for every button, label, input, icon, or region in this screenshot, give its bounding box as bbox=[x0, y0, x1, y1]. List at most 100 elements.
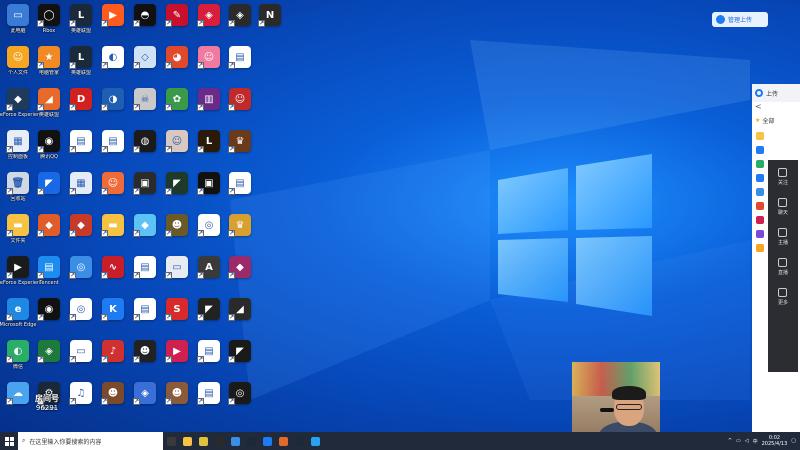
taskbar-app[interactable] bbox=[291, 432, 307, 450]
side-app-icon[interactable] bbox=[756, 160, 764, 168]
side-app-icon[interactable] bbox=[756, 202, 764, 210]
ime-icon[interactable]: 中 bbox=[753, 438, 758, 445]
side-menu-item[interactable]: 聊天 bbox=[778, 198, 788, 216]
network-icon[interactable]: ▭ bbox=[736, 438, 741, 444]
side-menu-item[interactable]: 直播 bbox=[778, 258, 788, 276]
file-icon: ▤ ↗ bbox=[197, 340, 220, 363]
shortcut-arrow-icon: ↗ bbox=[37, 356, 44, 363]
lol-icon: L ↗ bbox=[69, 4, 92, 27]
side-app-icon[interactable] bbox=[756, 146, 764, 154]
taskbar-app[interactable] bbox=[259, 432, 275, 450]
desktop-shortcut[interactable]: ▤ ↗ bbox=[220, 46, 260, 88]
upload-manager-label: 管理上传 bbox=[728, 17, 753, 24]
side-menu-icon bbox=[778, 198, 788, 207]
shortcut-arrow-icon: ↗ bbox=[228, 272, 235, 279]
app-icon: ☻ ↗ bbox=[101, 382, 124, 405]
file-icon: ▭ ↗ bbox=[69, 340, 92, 363]
shortcut-arrow-icon: ↗ bbox=[165, 104, 172, 111]
tray-chevron-icon[interactable]: ^ bbox=[728, 438, 732, 444]
app-icon: ◎ ↗ bbox=[197, 214, 220, 237]
app-icon: ☺ ↗ bbox=[228, 88, 251, 111]
shortcut-arrow-icon: ↗ bbox=[101, 104, 108, 111]
taskbar-app[interactable] bbox=[307, 432, 323, 450]
shortcut-arrow-icon: ↗ bbox=[37, 314, 44, 321]
taskbar-app[interactable] bbox=[243, 432, 259, 450]
side-app-icon[interactable] bbox=[756, 244, 764, 252]
taskbar-app-icon bbox=[294, 436, 304, 446]
app-icon: D ↗ bbox=[69, 88, 92, 111]
lol-icon: L ↗ bbox=[69, 46, 92, 69]
app-icon: ✎ ↗ bbox=[165, 4, 188, 27]
shortcut-arrow-icon: ↗ bbox=[6, 188, 13, 195]
volume-icon[interactable]: ◁ bbox=[745, 438, 749, 444]
taskbar-app-icon bbox=[278, 436, 288, 446]
shortcut-arrow-icon: ↗ bbox=[228, 398, 235, 405]
browser-tab[interactable]: 上传 bbox=[752, 84, 800, 102]
room-number-title: 房间号 bbox=[35, 394, 59, 403]
side-menu-item[interactable]: 更多 bbox=[778, 288, 788, 306]
wechat-icon: ◐ ↗ bbox=[6, 340, 29, 363]
taskbar-app-icon bbox=[166, 436, 176, 446]
shortcut-arrow-icon: ↗ bbox=[197, 398, 204, 405]
rbox-icon: ◯ ↗ bbox=[37, 4, 60, 27]
shortcut-arrow-icon: ↗ bbox=[133, 62, 140, 69]
desktop-shortcut[interactable]: ♛ ↗ bbox=[220, 214, 260, 256]
shortcut-arrow-icon: ↗ bbox=[197, 188, 204, 195]
start-button[interactable] bbox=[0, 432, 18, 450]
app-icon: ▣ ↗ bbox=[197, 172, 220, 195]
desktop-shortcut[interactable]: ▤ ↗ bbox=[220, 172, 260, 214]
notification-icon[interactable]: ▢ bbox=[791, 438, 796, 444]
taskbar-search-box[interactable]: ⌕ 在这里输入你要搜索的内容 bbox=[18, 432, 163, 450]
app-icon: ◐ ↗ bbox=[101, 46, 124, 69]
shortcut-arrow-icon: ↗ bbox=[101, 20, 108, 27]
taskbar-app[interactable] bbox=[163, 432, 179, 450]
taskbar-app[interactable] bbox=[275, 432, 291, 450]
side-menu-label: 更多 bbox=[777, 300, 788, 306]
side-menu-item[interactable]: 主播 bbox=[778, 228, 788, 246]
clock-date: 2025/4/13 bbox=[761, 441, 788, 447]
app-icon: ◈ ↗ bbox=[133, 382, 156, 405]
side-app-icon[interactable] bbox=[756, 230, 764, 238]
taskbar-app[interactable] bbox=[211, 432, 227, 450]
recycle-bin-icon: 🗑 ↗ bbox=[6, 172, 29, 195]
desktop-shortcut[interactable]: ◎ ↗ bbox=[220, 382, 260, 424]
desktop-shortcut[interactable]: ♛ ↗ bbox=[220, 130, 260, 172]
desktop-shortcut[interactable]: ◢ ↗ bbox=[220, 298, 260, 340]
taskbar-app[interactable] bbox=[179, 432, 195, 450]
taskbar-app-icon bbox=[214, 436, 224, 446]
shortcut-arrow-icon: ↗ bbox=[101, 230, 108, 237]
system-tray: ^ ▭ ◁ 中 0:02 2025/4/13 ▢ bbox=[728, 432, 800, 450]
app-icon: ◆ ↗ bbox=[133, 214, 156, 237]
desktop-shortcut[interactable]: ◆ ↗ bbox=[220, 256, 260, 298]
favorites-bar[interactable]: ★ 全部 bbox=[752, 114, 800, 126]
shortcut-arrow-icon: ↗ bbox=[228, 230, 235, 237]
shortcut-arrow-icon: ↗ bbox=[133, 188, 140, 195]
app-icon: A ↗ bbox=[197, 256, 220, 279]
shortcut-arrow-icon: ↗ bbox=[37, 272, 44, 279]
desktop-shortcut[interactable]: ☺ ↗ bbox=[220, 88, 260, 130]
desktop-icons: ▭此电脑☺个人文件◆↗GeForce Experience▦↗控制面板🗑↗回收站… bbox=[0, 0, 290, 432]
desktop-shortcut[interactable]: ◤ ↗ bbox=[220, 340, 260, 382]
side-app-icon[interactable] bbox=[756, 188, 764, 196]
desktop-shortcut[interactable]: N ↗ bbox=[250, 4, 290, 46]
side-app-icon[interactable] bbox=[756, 132, 764, 140]
taskbar-app-icon bbox=[246, 436, 256, 446]
side-app-icon[interactable] bbox=[756, 216, 764, 224]
side-menu-item[interactable]: 关注 bbox=[778, 168, 788, 186]
shortcut-arrow-icon: ↗ bbox=[165, 314, 172, 321]
app-icon: ◕ ↗ bbox=[165, 46, 188, 69]
back-button[interactable]: < bbox=[752, 102, 800, 114]
side-app-icon[interactable] bbox=[756, 174, 764, 182]
app-icon: ♛ ↗ bbox=[228, 130, 251, 153]
shortcut-arrow-icon: ↗ bbox=[133, 230, 140, 237]
shortcut-arrow-icon: ↗ bbox=[133, 272, 140, 279]
search-placeholder: 在这里输入你要搜索的内容 bbox=[29, 438, 102, 446]
taskbar-app[interactable] bbox=[195, 432, 211, 450]
taskbar-app[interactable] bbox=[227, 432, 243, 450]
app-icon: ▶ ↗ bbox=[101, 4, 124, 27]
shortcut-arrow-icon: ↗ bbox=[101, 188, 108, 195]
clock[interactable]: 0:02 2025/4/13 bbox=[762, 435, 788, 447]
app-icon: ◤ ↗ bbox=[37, 172, 60, 195]
upload-manager-button[interactable]: 管理上传 bbox=[712, 12, 768, 27]
app-icon: ☺ ↗ bbox=[101, 172, 124, 195]
